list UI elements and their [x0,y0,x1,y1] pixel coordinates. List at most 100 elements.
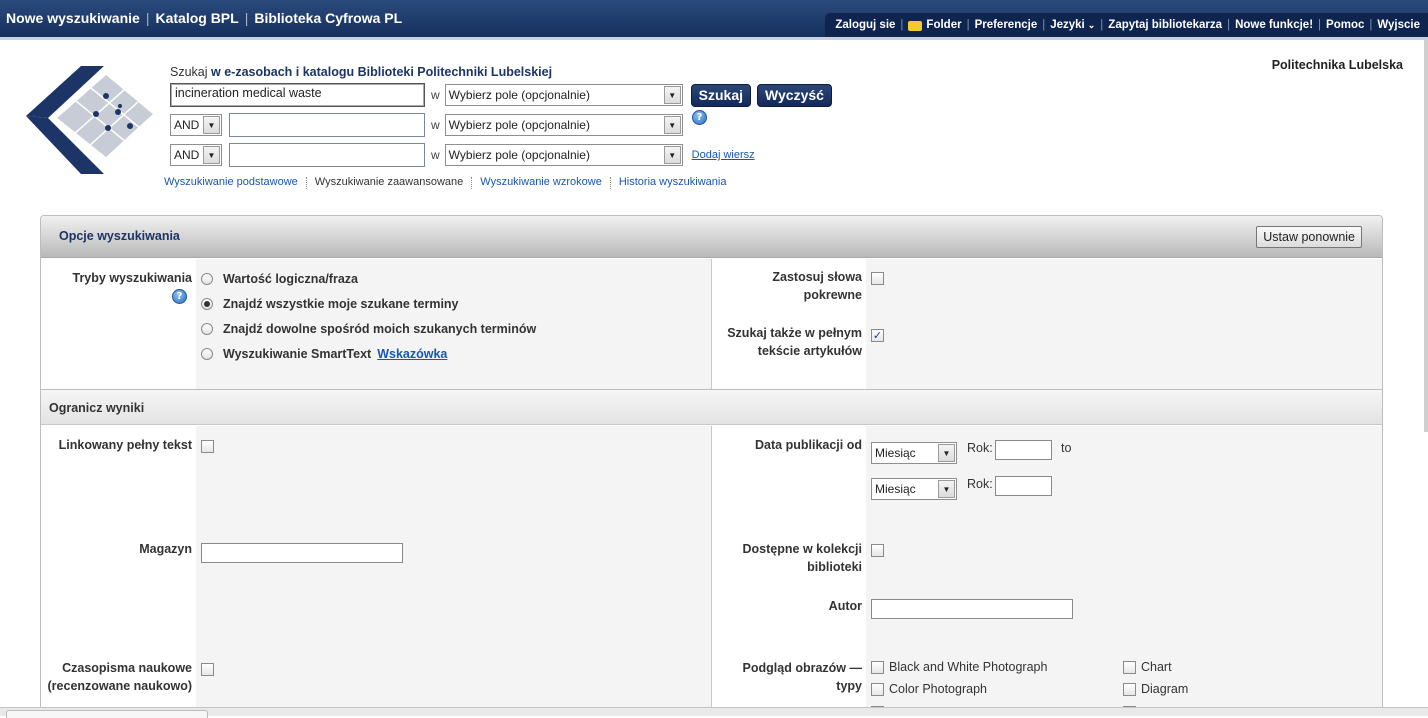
field-select-3[interactable]: Wybierz pole (opcjonalnie) ▼ [444,144,683,166]
nav-digital-library[interactable]: Biblioteka Cyfrowa PL [254,10,402,26]
search-scope-label: Szukaj w e-zasobach i katalogu Bibliotek… [170,65,553,79]
library-logo [26,66,156,174]
login-link[interactable]: Zaloguj sie [835,19,895,31]
bool-select-3[interactable]: AND ▼ [170,144,222,166]
new-features-link[interactable]: Nowe funkcje! [1235,19,1313,31]
help-icon[interactable]: ? [172,289,187,304]
month-from-select[interactable]: Miesiąc ▼ [871,442,957,464]
year-from-input[interactable] [995,440,1052,460]
search-options-panel: Opcje wyszukiwania Ustaw ponownie Tryby … [40,215,1383,716]
basic-search-link[interactable]: Wyszukiwanie podstawowe [164,176,298,188]
pub-date-label: Data publikacji od [755,438,862,452]
radio-button[interactable] [201,323,213,335]
related-words-checkbox[interactable] [871,272,884,285]
search-input-3[interactable] [229,143,425,167]
help-link[interactable]: Pomoc [1326,19,1364,31]
dropdown-arrow-icon: ▼ [663,86,681,104]
search-scope: w e-zasobach i katalogu Biblioteki Polit… [211,65,553,79]
checkbox[interactable] [871,660,884,674]
dropdown-arrow-icon: ▼ [663,116,681,134]
search-history-link[interactable]: Historia wyszukiwania [619,176,727,188]
search-row-1: incineration medical waste w Wybierz pol… [170,83,832,107]
status-tab [6,710,208,718]
search-button[interactable]: Szukaj [690,83,752,107]
advanced-search-link[interactable]: Wyszukiwanie zaawansowane [315,176,463,188]
dropdown-arrow-icon: ▼ [203,116,220,134]
fulltext-search-label: Szukaj także w pełnym tekście artykułów [727,326,862,358]
month-to-select[interactable]: Miesiąc ▼ [871,478,957,500]
nav-catalog[interactable]: Katalog BPL [155,10,238,26]
limit-results-header: Ogranicz wyniki [41,389,1382,425]
magazine-label: Magazyn [139,542,192,556]
mode-option-all-terms[interactable]: Znajdź wszystkie moje szukane terminy [201,297,459,311]
radio-button[interactable] [201,298,213,310]
image-preview-label: Podgląd obrazów — typy [742,661,862,693]
linked-fulltext-label: Linkowany pełny tekst [58,438,192,452]
status-bar [0,707,1428,718]
search-row-3: AND ▼ w Wybierz pole (opcjonalnie) ▼ Dod… [170,143,755,167]
institution-name: Politechnika Lubelska [1271,58,1403,72]
dropdown-arrow-icon: ▼ [203,146,220,164]
available-in-library-label: Dostępne w kolekcji biblioteki [742,542,862,574]
available-in-library-checkbox[interactable] [871,544,884,557]
linked-fulltext-checkbox[interactable] [201,440,214,453]
bool-select-2[interactable]: AND ▼ [170,114,222,136]
add-row-link[interactable]: Dodaj wiersz [692,149,755,161]
radio-button[interactable] [201,273,213,285]
user-toolbar: Zaloguj sie | Folder | Preferencje | Jez… [825,13,1428,37]
exit-link[interactable]: Wyjscie [1377,19,1420,31]
mode-option-any-terms[interactable]: Znajdź dowolne spośród moich szukanych t… [201,322,536,336]
dropdown-arrow-icon: ▼ [938,444,955,462]
year-to-label: Rok: [967,477,993,491]
reset-button[interactable]: Ustaw ponownie [1256,226,1362,248]
visual-search-link[interactable]: Wyszukiwanie wzrokowe [480,176,602,188]
year-from-label: Rok: [967,441,993,455]
peer-reviewed-checkbox[interactable] [201,663,214,676]
image-type-bw-photo[interactable]: Black and White Photograph [871,660,1047,674]
mode-option-boolean[interactable]: Wartość logiczna/fraza [201,272,358,286]
radio-button[interactable] [201,348,213,360]
clear-button[interactable]: Wyczyść [757,83,832,107]
image-type-diagram[interactable]: Diagram [1123,682,1188,696]
smarttext-hint-link[interactable]: Wskazówka [377,347,447,361]
search-input-2[interactable] [229,113,425,137]
search-mode-links: Wyszukiwanie podstawowe Wyszukiwanie zaa… [164,176,727,189]
image-type-chart[interactable]: Chart [1123,660,1172,674]
nav-separator: | [145,10,150,26]
year-to-input[interactable] [995,476,1052,496]
fulltext-search-checkbox[interactable]: ✓ [871,329,884,342]
top-nav: Nowe wyszukiwanie | Katalog BPL | Biblio… [6,10,402,26]
limit-results-title: Ogranicz wyniki [49,401,145,415]
magazine-input[interactable] [201,543,403,563]
nav-separator: | [244,10,249,26]
author-input[interactable] [871,599,1073,619]
dropdown-arrow-icon: ▼ [938,480,955,498]
options-header: Opcje wyszukiwania Ustaw ponownie [41,216,1382,258]
search-row-2: AND ▼ w Wybierz pole (opcjonalnie) ▼ [170,113,683,137]
image-type-color-photo[interactable]: Color Photograph [871,682,987,696]
chevron-down-icon: ⌄ [1087,19,1096,30]
related-words-label: Zastosuj słowa pokrewne [772,270,862,302]
folder-icon [908,21,923,31]
preferences-link[interactable]: Preferencje [975,19,1038,31]
search-modes-label: Tryby wyszukiwania [72,271,193,285]
options-title: Opcje wyszukiwania [59,229,180,243]
dropdown-arrow-icon: ▼ [663,146,681,164]
ask-librarian-link[interactable]: Zapytaj bibliotekarza [1108,19,1222,31]
vertical-scrollbar[interactable] [1424,40,1428,432]
help-icon[interactable]: ? [692,110,707,125]
mode-option-smarttext[interactable]: Wyszukiwanie SmartText Wskazówka [201,347,447,361]
languages-link[interactable]: Jezyki [1050,19,1085,31]
folder-link[interactable]: Folder [926,19,961,31]
peer-reviewed-label: Czasopisma naukowe (recenzowane naukowo) [47,661,192,693]
checkbox[interactable] [871,682,884,696]
nav-new-search[interactable]: Nowe wyszukiwanie [6,10,140,26]
checkbox[interactable] [1123,660,1136,674]
search-input-1[interactable]: incineration medical waste [170,83,425,107]
checkbox[interactable] [1123,682,1136,696]
author-label: Autor [828,599,862,613]
top-bar: Nowe wyszukiwanie | Katalog BPL | Biblio… [0,0,1428,40]
field-select-2[interactable]: Wybierz pole (opcjonalnie) ▼ [444,114,683,136]
to-label: to [1061,441,1072,455]
field-select-1[interactable]: Wybierz pole (opcjonalnie) ▼ [444,84,683,106]
